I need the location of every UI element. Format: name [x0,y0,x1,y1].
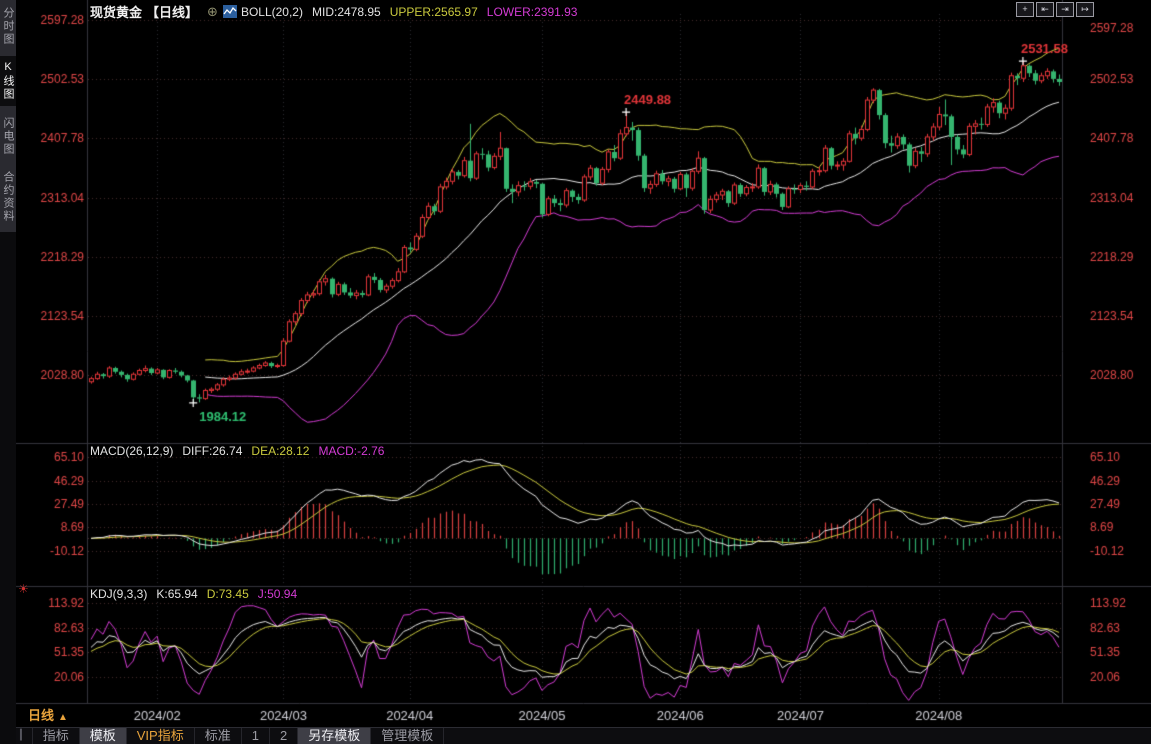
kline-canvas[interactable] [0,0,1151,744]
boll-name: BOLL(20,2) [241,5,303,19]
axis-compress-left-icon[interactable]: ⇤ [1036,2,1054,17]
toolbar-item-save-template[interactable]: 另存模板 [298,728,371,744]
kline-window: 分时图 K线图 闪电图 合约资料 现货黄金 【日线】 ⊕ BOLL(20,2) … [0,0,1151,744]
boll-lower-value: LOWER:2391.93 [487,5,578,19]
main-chart-header: 现货黄金 【日线】 ⊕ BOLL(20,2) MID:2478.95 UPPER… [90,2,577,21]
sidebar-item-contract-info[interactable]: 合约资料 [0,166,16,228]
macd-bar-value: MACD:-2.76 [318,444,384,458]
macd-name: MACD(26,12,9) [90,444,173,458]
sidebar-item-time-chart[interactable]: 分时图 [0,2,16,51]
sidebar-item-flash-chart[interactable]: 闪电图 [0,112,16,161]
bottom-toolbar: ▎ 指标 模板 VIP指标 标准 1 2 另存模板 管理模板 [16,727,1151,744]
kdj-k-value: K:65.94 [156,587,197,601]
crosshair-icon[interactable]: + [1016,2,1034,17]
kdj-header: KDJ(9,3,3) K:65.94 D:73.45 J:50.94 [90,587,297,601]
toolbar-item-vip-indicators[interactable]: VIP指标 [127,728,195,744]
toolbar-item-page-2[interactable]: 2 [270,728,298,744]
chart-corner-toolbar: + ⇤ ⇥ ↦ [1016,2,1094,17]
kdj-name: KDJ(9,3,3) [90,587,147,601]
toolbar-grip-icon[interactable]: ▎ [16,728,32,744]
boll-upper-value: UPPER:2565.97 [390,5,478,19]
macd-diff-value: DIFF:26.74 [182,444,242,458]
period-selector-label: 日线 [28,708,54,723]
kdj-d-value: D:73.45 [207,587,249,601]
macd-dea-value: DEA:28.12 [251,444,309,458]
page-forward-icon[interactable]: ↦ [1076,2,1094,17]
link-toggle-icon[interactable]: ⊕ [207,4,218,20]
toolbar-item-indicators[interactable]: 指标 [32,728,80,744]
left-sidebar: 分时图 K线图 闪电图 合约资料 [0,0,16,744]
boll-mid-value: MID:2478.95 [312,5,381,19]
kdj-j-value: J:50.94 [258,587,297,601]
macd-header: MACD(26,12,9) DIFF:26.74 DEA:28.12 MACD:… [90,444,384,458]
toolbar-item-manage-templates[interactable]: 管理模板 [371,728,444,744]
period-selector-arrow-icon: ▲ [58,712,68,723]
indicator-chip-icon [223,5,237,18]
toolbar-item-templates[interactable]: 模板 [80,728,127,744]
kdj-settings-icon[interactable]: ☀ [18,582,29,596]
axis-compress-right-icon[interactable]: ⇥ [1056,2,1074,17]
period-tag: 【日线】 [146,2,198,21]
symbol-title: 现货黄金 [90,2,142,21]
toolbar-item-page-1[interactable]: 1 [242,728,270,744]
sidebar-item-kline-chart[interactable]: K线图 [0,56,16,106]
toolbar-item-standard[interactable]: 标准 [195,728,242,744]
period-selector[interactable]: 日线 ▲ [28,705,68,724]
